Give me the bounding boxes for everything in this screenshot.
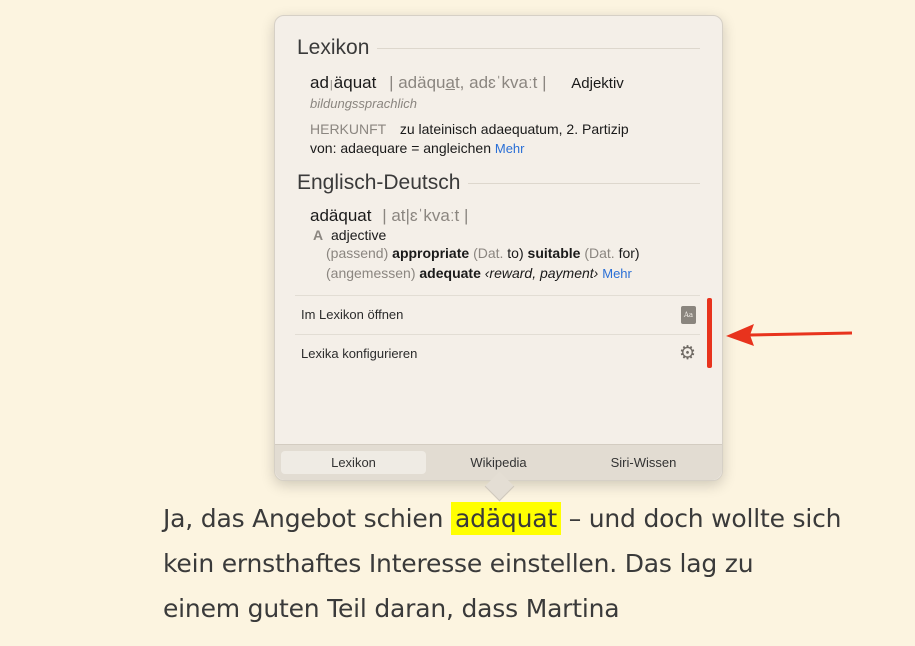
configure-dictionaries-label: Lexika konfigurieren [301, 346, 418, 361]
divider [377, 47, 700, 49]
body-line-1: Ja, das Angebot schien adäquat – und doc… [163, 502, 842, 535]
etymology-label: HERKUNFT [310, 121, 386, 137]
context-label: (angemessen) [326, 265, 416, 281]
preposition: for) [618, 245, 640, 261]
englisch-pronunciation: | at|ɛˈkvaːt | [382, 206, 469, 225]
etymology-line1: HERKUNFT zu lateinisch adaequatum, 2. Pa… [310, 121, 629, 137]
englisch-headword-line: adäquat | at|ɛˈkvaːt | [310, 206, 468, 226]
pronunciation: | adäquat, adɛˈkvaːt | [389, 73, 546, 92]
open-in-dictionary-label: Im Lexikon öffnen [301, 307, 404, 322]
translation-line2: (angemessen) adequate ‹reward, payment› … [326, 265, 632, 281]
body-line-3: einem guten Teil daran, dass Martina [163, 594, 620, 623]
context-label: (passend) [326, 245, 389, 261]
translation-line1: (passend) appropriate (Dat. to) suitable… [326, 245, 640, 261]
translation-word: adequate [419, 265, 481, 281]
tab-lexikon[interactable]: Lexikon [281, 451, 426, 474]
body-text-segment: – und doch wollte sich [560, 504, 842, 533]
annotation-bar [707, 298, 712, 368]
lexikon-more-link[interactable]: Mehr [495, 141, 525, 156]
pronunciation-stress: a [445, 73, 455, 92]
dictionary-popover: Lexikon ad|äquat | adäquat, adɛˈkvaːt | … [274, 15, 723, 481]
tab-wikipedia[interactable]: Wikipedia [426, 451, 571, 474]
etymology-text1: zu lateinisch adaequatum, 2. Partizip [399, 121, 629, 137]
divider [468, 182, 700, 184]
translation-word: appropriate [392, 245, 470, 261]
highlighted-word[interactable]: adäquat [451, 502, 561, 535]
body-text-segment: Ja, das Angebot schien [163, 504, 451, 533]
register-label: bildungssprachlich [310, 96, 417, 111]
etymology-text2: von: adaequare = angleichen [310, 140, 491, 156]
configure-dictionaries-row[interactable]: Lexika konfigurieren ⚙ [295, 334, 700, 372]
englisch-title: Englisch-Deutsch [297, 171, 461, 194]
gear-icon: ⚙ [678, 343, 696, 364]
grammar-label: (Dat. [584, 245, 615, 261]
headword-part2: äquat [333, 73, 377, 92]
body-line-2: kein ernsthaftes Interesse einstellen. D… [163, 549, 754, 578]
preposition: to) [507, 245, 524, 261]
pos-letter: A [313, 227, 324, 243]
syllable-separator: | [329, 79, 333, 91]
lexikon-title: Lexikon [297, 36, 370, 59]
grammar-label: (Dat. [473, 245, 504, 261]
englisch-more-link[interactable]: Mehr [602, 266, 632, 281]
englisch-pos: adjective [331, 227, 387, 243]
headword-part1: ad [310, 73, 329, 92]
englisch-headword: adäquat [310, 206, 372, 225]
lexikon-headword-line: ad|äquat | adäquat, adɛˈkvaːt | Adjektiv [310, 73, 624, 93]
usage-note: ‹reward, payment› [484, 265, 599, 281]
translation-word: suitable [527, 245, 581, 261]
englisch-pos-line: A adjective [313, 227, 386, 243]
tab-siri-wissen[interactable]: Siri-Wissen [571, 451, 716, 474]
lexikon-section-header: Lexikon [297, 36, 700, 60]
annotation-arrow-icon [726, 324, 853, 346]
etymology-line2: von: adaequare = angleichen Mehr [310, 140, 525, 156]
pronunciation-pre: | adäqu [389, 73, 446, 92]
pronunciation-post: t, adɛˈkvaːt | [454, 73, 547, 92]
englisch-section-header: Englisch-Deutsch [297, 171, 700, 195]
open-in-dictionary-row[interactable]: Im Lexikon öffnen Aa [295, 295, 700, 333]
dictionary-book-icon: Aa [681, 305, 696, 324]
part-of-speech: Adjektiv [571, 75, 624, 92]
